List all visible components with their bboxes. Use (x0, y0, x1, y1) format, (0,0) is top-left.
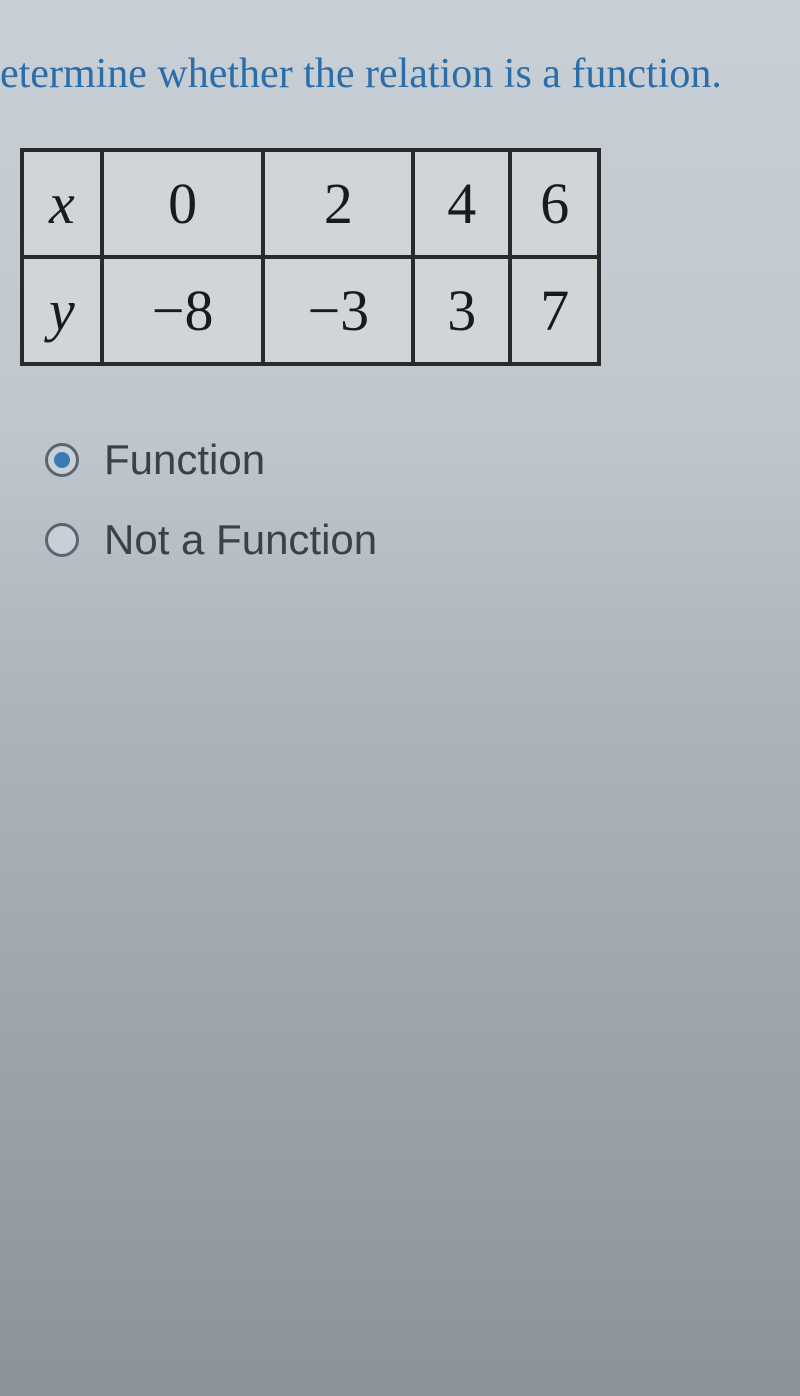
radio-function[interactable] (45, 443, 79, 477)
relation-table: x 0 2 4 6 y −8 −3 3 7 (20, 148, 601, 366)
cell-x-2: 4 (413, 150, 510, 257)
cell-x-1: 2 (263, 150, 413, 257)
radio-not-function[interactable] (45, 523, 79, 557)
cell-y-0: −8 (102, 257, 264, 364)
cell-x-0: 0 (102, 150, 264, 257)
option-label-function: Function (104, 436, 265, 484)
cell-y-1: −3 (263, 257, 413, 364)
row-label-x: x (22, 150, 102, 257)
row-label-y: y (22, 257, 102, 364)
table-row: y −8 −3 3 7 (22, 257, 599, 364)
question-text: etermine whether the relation is a funct… (0, 50, 800, 148)
table-row: x 0 2 4 6 (22, 150, 599, 257)
option-function[interactable]: Function (45, 436, 800, 484)
option-label-not-function: Not a Function (104, 516, 377, 564)
cell-x-3: 6 (510, 150, 599, 257)
answer-options: Function Not a Function (0, 436, 800, 564)
cell-y-2: 3 (413, 257, 510, 364)
option-not-function[interactable]: Not a Function (45, 516, 800, 564)
cell-y-3: 7 (510, 257, 599, 364)
